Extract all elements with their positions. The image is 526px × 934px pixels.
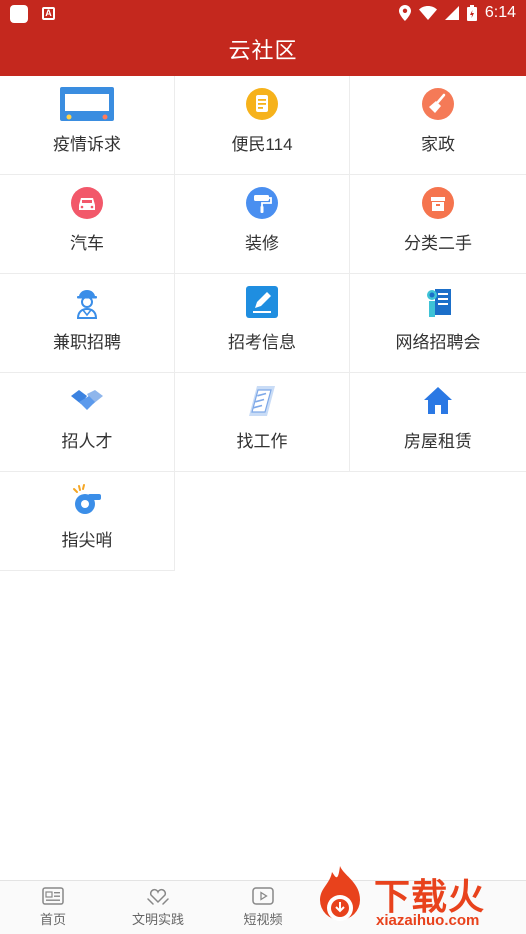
battery-icon bbox=[466, 5, 477, 21]
car-icon bbox=[71, 187, 103, 219]
grid-item-epidemic[interactable]: 疫情诉求 bbox=[0, 76, 175, 175]
nav-label: 短视频 bbox=[243, 912, 283, 927]
news-icon bbox=[42, 887, 64, 905]
broom-icon bbox=[422, 88, 454, 120]
grid-item-label: 装修 bbox=[245, 234, 279, 253]
status-time: 6:14 bbox=[484, 4, 516, 21]
grid-item-recruit-talent[interactable]: 招人才 bbox=[0, 373, 175, 472]
grid-item-label: 找工作 bbox=[236, 432, 288, 451]
grid-item-label: 兼职招聘 bbox=[53, 333, 121, 352]
grid-item-car[interactable]: 汽车 bbox=[0, 175, 175, 274]
nav-home[interactable]: 首页 bbox=[13, 887, 93, 928]
epidemic-banner-icon bbox=[60, 87, 114, 121]
house-icon bbox=[424, 387, 452, 414]
grid-item-house-rental[interactable]: 房屋租赁 bbox=[350, 373, 526, 472]
nav-short-video[interactable]: 短视频 bbox=[223, 887, 303, 928]
app-header: 云社区 bbox=[0, 26, 526, 76]
grid-item-label: 指尖哨 bbox=[61, 531, 113, 550]
watermark-domain: xiazaihuo.com bbox=[376, 912, 480, 929]
notification-a-icon: A bbox=[42, 7, 55, 20]
grid-item-find-job[interactable]: 找工作 bbox=[175, 373, 350, 472]
grid-item-decoration[interactable]: 装修 bbox=[175, 175, 350, 274]
wifi-icon bbox=[418, 6, 437, 20]
grid-item-fingertip-whistle[interactable]: 指尖哨 bbox=[0, 472, 175, 571]
worker-icon bbox=[76, 290, 98, 319]
grid-item-exam-info[interactable]: 招考信息 bbox=[175, 274, 350, 373]
grid-item-second-hand[interactable]: 分类二手 bbox=[350, 175, 526, 274]
grid-item-convenience-114[interactable]: 便民114 bbox=[175, 76, 350, 175]
grid-item-label: 疫情诉求 bbox=[53, 135, 121, 154]
phone-book-icon bbox=[246, 88, 278, 120]
nav-civilization-practice[interactable]: 文明实践 bbox=[118, 887, 198, 928]
video-play-icon bbox=[252, 887, 274, 905]
box-icon bbox=[422, 187, 454, 219]
heart-hands-icon bbox=[147, 888, 169, 905]
grid-item-label: 房屋租赁 bbox=[404, 432, 472, 451]
pencil-note-icon bbox=[246, 286, 278, 318]
watermark: 下载火 xiazaihuo.com bbox=[308, 862, 526, 934]
location-icon bbox=[398, 5, 411, 21]
flame-logo-icon bbox=[320, 866, 360, 921]
nav-label: 文明实践 bbox=[131, 912, 184, 927]
status-bar: A 6:14 bbox=[0, 0, 526, 26]
grid-item-label: 分类二手 bbox=[404, 234, 472, 253]
grid-item-housekeeping[interactable]: 家政 bbox=[350, 76, 526, 175]
grid-item-label: 便民114 bbox=[231, 135, 293, 154]
grid-item-online-job-fair[interactable]: 网络招聘会 bbox=[350, 274, 526, 373]
signal-icon bbox=[444, 6, 459, 20]
grid-item-label: 汽车 bbox=[70, 234, 104, 253]
grid-item-label: 家政 bbox=[421, 135, 455, 154]
grid-item-label: 招考信息 bbox=[228, 333, 296, 352]
nav-label: 首页 bbox=[39, 912, 66, 927]
grid-item-part-time-jobs[interactable]: 兼职招聘 bbox=[0, 274, 175, 373]
grid-item-label: 网络招聘会 bbox=[395, 333, 481, 352]
page-title: 云社区 bbox=[228, 38, 298, 63]
notification-app-icon bbox=[10, 5, 28, 23]
grid-item-label: 招人才 bbox=[61, 432, 113, 451]
handshake-icon bbox=[71, 390, 103, 410]
checklist-icon bbox=[249, 386, 275, 416]
paint-roller-icon bbox=[246, 187, 278, 219]
whistle-icon bbox=[73, 484, 101, 514]
person-board-icon bbox=[427, 289, 451, 317]
